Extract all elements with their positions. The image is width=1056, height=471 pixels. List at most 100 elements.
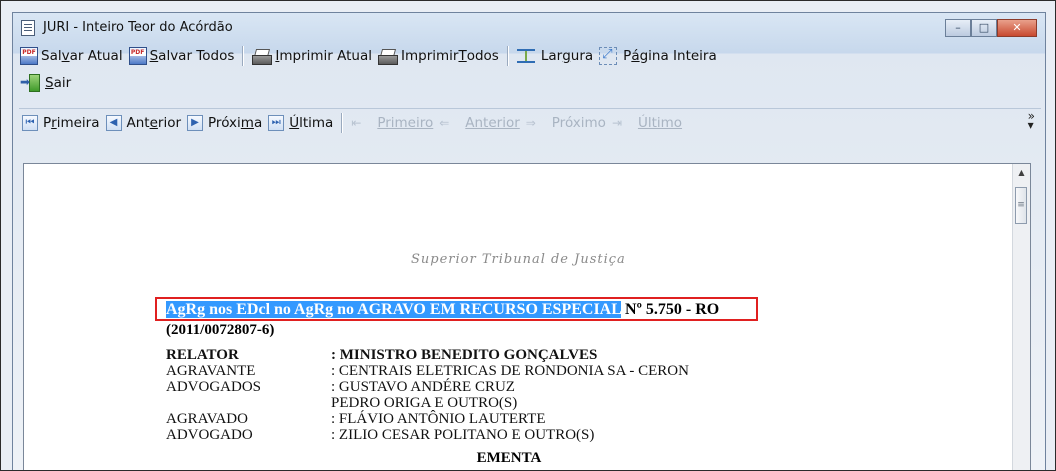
party-value: : MINISTRO BENEDITO GONÇALVES (331, 347, 598, 363)
printer-icon (378, 49, 398, 65)
save-all-button[interactable]: Salvar Todos (126, 44, 238, 68)
party-role: RELATOR (166, 347, 239, 363)
print-all-label-c: odos (466, 48, 499, 64)
fit-width-icon (516, 49, 535, 63)
exit-label-b: air (53, 75, 72, 91)
maximize-icon: □ (978, 21, 990, 34)
prev-doc-label-b: e (149, 115, 158, 131)
exit-button[interactable]: Sair (17, 71, 74, 95)
last-page-label: Último (637, 115, 683, 131)
party-role: ADVOGADOS (166, 379, 262, 395)
window-controls: – □ ✕ (945, 19, 1037, 37)
save-all-label-a: S (149, 48, 159, 64)
party-value: : ZILIO CESAR POLITANO E OUTRO(S) (331, 427, 595, 443)
print-current-button[interactable]: Imprimir Atual (249, 44, 375, 68)
save-current-label-c: ar Atual (69, 48, 123, 64)
last-doc-label-a: Ú (289, 115, 300, 131)
print-current-label-b: mprimir Atual (279, 48, 372, 64)
party-role: AGRAVANTE (166, 363, 256, 379)
close-button[interactable]: ✕ (997, 19, 1037, 37)
first-page-arrow-icon: ⇤ (351, 116, 362, 130)
last-document-button[interactable]: ⏭ Última (265, 111, 336, 135)
screenshot-frame: JURI - Inteiro Teor do Acórdão – □ ✕ Sal… (0, 0, 1056, 471)
fit-width-label-b: g (562, 48, 571, 64)
previous-page-label: Anterior (465, 115, 520, 131)
viewer-window: JURI - Inteiro Teor do Acórdão – □ ✕ Sal… (12, 12, 1046, 470)
title-bar[interactable]: JURI - Inteiro Teor do Acórdão – □ ✕ (13, 13, 1045, 43)
overflow-glyph: » (1027, 109, 1035, 123)
pdf-icon (128, 47, 147, 65)
prev-doc-label-a: Ant (126, 115, 150, 131)
vertical-scrollbar[interactable]: ▲ ≡ (1012, 164, 1030, 470)
annotation-highlight-box (155, 297, 758, 321)
last-page-arrow-icon: ⇥ (611, 116, 622, 130)
next-document-button[interactable]: ▶ Próxi m a (184, 111, 265, 135)
print-all-button[interactable]: Imprimir Todos (375, 44, 502, 68)
toolbar-separator (242, 46, 245, 66)
toolbar-overflow-chevron-icon[interactable]: » ▾ (1027, 109, 1035, 131)
minimize-icon: – (955, 21, 961, 34)
pdf-icon (20, 47, 38, 65)
first-page-button[interactable]: ⇤ Primeiro (348, 111, 436, 135)
window-title: JURI - Inteiro Teor do Acórdão (43, 20, 233, 35)
party-value: : GUSTAVO ANDÉRE CRUZ (331, 379, 515, 395)
exit-toolbar: Sair (17, 70, 1041, 96)
first-page-label: Primeiro (377, 115, 434, 131)
full-page-button[interactable]: Página Inteira (596, 44, 720, 68)
printer-icon (252, 49, 273, 65)
full-page-icon (599, 47, 618, 65)
scroll-up-icon[interactable]: ▲ (1013, 164, 1030, 181)
party-role: AGRAVADO (166, 411, 248, 427)
save-current-label-a: Sal (41, 48, 62, 64)
next-page-arrow-icon: ⇒ (525, 116, 536, 130)
print-all-label-a: Imprimir (401, 48, 459, 64)
minimize-button[interactable]: – (945, 19, 971, 37)
first-document-button[interactable]: ⏮ Pr imeira (19, 111, 103, 135)
first-icon: ⏮ (22, 115, 38, 131)
previous-page-arrow-icon: ⇐ (439, 116, 450, 130)
first-doc-label-c: imeira (56, 115, 100, 131)
toolbar-separator (506, 46, 509, 66)
party-role: ADVOGADO (166, 427, 253, 443)
last-page-button[interactable]: ⇥ Último (609, 111, 685, 135)
next-page-button[interactable]: ⇒ Próximo (523, 111, 609, 135)
save-current-label-b: v (61, 48, 70, 64)
next-doc-label-c: a (253, 115, 263, 131)
last-doc-label-b: ltima (299, 115, 334, 131)
prev-doc-label-c: rior (157, 115, 182, 131)
print-all-label-b: T (458, 48, 467, 64)
save-all-label-b: alvar Todos (158, 48, 235, 64)
party-value: : FLÁVIO ANTÔNIO LAUTERTE (331, 411, 546, 427)
document-viewer[interactable]: Superior Tribunal de Justiça AgRg nos ED… (23, 163, 1031, 470)
court-header: Superior Tribunal de Justiça (411, 252, 626, 267)
first-doc-label-a: P (43, 115, 52, 131)
registration-number: (2011/0072807-6) (166, 322, 275, 338)
navigation-toolbar: ⏮ Pr imeira ◀ Ant e rior ▶ Próxi m a ⏭ Última… (19, 108, 1041, 137)
party-value: PEDRO ORIGA E OUTRO(S) (331, 395, 518, 411)
fit-width-button[interactable]: Lar g ura (514, 44, 596, 68)
next-doc-label-a: Próxi (208, 115, 241, 131)
next-doc-label-b: m (240, 115, 254, 131)
last-icon: ⏭ (268, 115, 285, 131)
maximize-button[interactable]: □ (971, 19, 997, 37)
toolbar-separator (341, 113, 344, 133)
full-page-label-a: P (623, 48, 632, 64)
previous-icon: ◀ (105, 115, 122, 131)
main-toolbar: Salvar Atual Salvar Todos Imprimir Atual… (17, 43, 1041, 69)
scroll-thumb[interactable]: ≡ (1015, 187, 1027, 224)
full-page-label-b: á (631, 48, 640, 64)
app-document-icon (21, 20, 35, 36)
next-page-label: Próximo (551, 115, 606, 131)
fit-width-label-c: ura (570, 48, 594, 64)
exit-door-icon (20, 74, 42, 92)
fit-width-label-a: Lar (540, 48, 563, 64)
previous-page-button[interactable]: ⇐ Anterior (436, 111, 523, 135)
close-icon: ✕ (1012, 21, 1022, 34)
ementa-heading: EMENTA (476, 450, 542, 466)
previous-document-button[interactable]: ◀ Ant e rior (103, 111, 185, 135)
exit-label-a: S (45, 75, 54, 91)
full-page-label-c: gina Inteira (639, 48, 717, 64)
save-current-button[interactable]: Salvar Atual (17, 44, 126, 68)
next-icon: ▶ (187, 115, 204, 131)
party-value: : CENTRAIS ELETRICAS DE RONDONIA SA - CE… (331, 363, 689, 379)
